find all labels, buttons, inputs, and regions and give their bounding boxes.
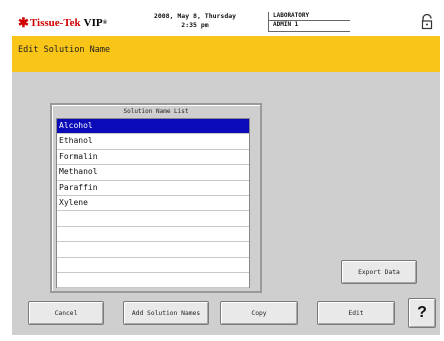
app-screen: ✱ Tissue-Tek VIP ® 2008, May 8, Thursday … [12, 10, 440, 335]
title-bar: Edit Solution Name [12, 36, 440, 72]
datetime-display: 2008, May 8, Thursday 2:35 pm [150, 12, 240, 30]
logo-brand-text: Tissue-Tek [29, 17, 81, 29]
date-text: 2008, May 8, Thursday [153, 12, 237, 20]
edit-button[interactable]: Edit [317, 301, 395, 325]
user-info: LABORATORY ADMIN 1 [268, 12, 350, 32]
export-data-button[interactable]: Export Data [341, 260, 417, 284]
logo-trademark: ® [102, 20, 108, 26]
header-bar: ✱ Tissue-Tek VIP ® 2008, May 8, Thursday … [12, 10, 440, 36]
logo-product-text: VIP [83, 17, 103, 29]
list-item[interactable]: Paraffin [57, 181, 249, 196]
solution-list-panel: Solution Name List Alcohol Ethanol Forma… [50, 103, 262, 293]
list-item[interactable]: Ethanol [57, 134, 249, 150]
user-name-text: ADMIN 1 [273, 21, 299, 28]
cancel-button[interactable]: Cancel [28, 301, 104, 325]
padlock-icon[interactable] [420, 14, 434, 30]
list-item[interactable] [57, 258, 249, 273]
solution-list: Alcohol Ethanol Formalin Methanol Paraff… [56, 118, 250, 289]
list-item[interactable]: Methanol [57, 165, 249, 181]
star-logo-icon: ✱ [18, 15, 29, 30]
list-item[interactable] [57, 242, 249, 258]
list-item[interactable] [57, 273, 249, 289]
help-button[interactable]: ? [408, 298, 436, 328]
time-text: 2:35 pm [181, 21, 209, 29]
list-item[interactable]: Alcohol [57, 119, 249, 135]
solution-list-title: Solution Name List [123, 108, 189, 115]
user-group-text: LABORATORY [269, 12, 350, 21]
list-item[interactable] [57, 211, 249, 227]
list-item[interactable] [57, 227, 249, 243]
add-solution-names-button[interactable]: Add Solution Names [123, 301, 209, 325]
page-title: Edit Solution Name [18, 45, 111, 55]
list-item[interactable]: Formalin [57, 150, 249, 166]
brand-logo: ✱ Tissue-Tek VIP ® [18, 15, 108, 30]
copy-button[interactable]: Copy [220, 301, 298, 325]
list-item[interactable]: Xylene [57, 196, 249, 212]
